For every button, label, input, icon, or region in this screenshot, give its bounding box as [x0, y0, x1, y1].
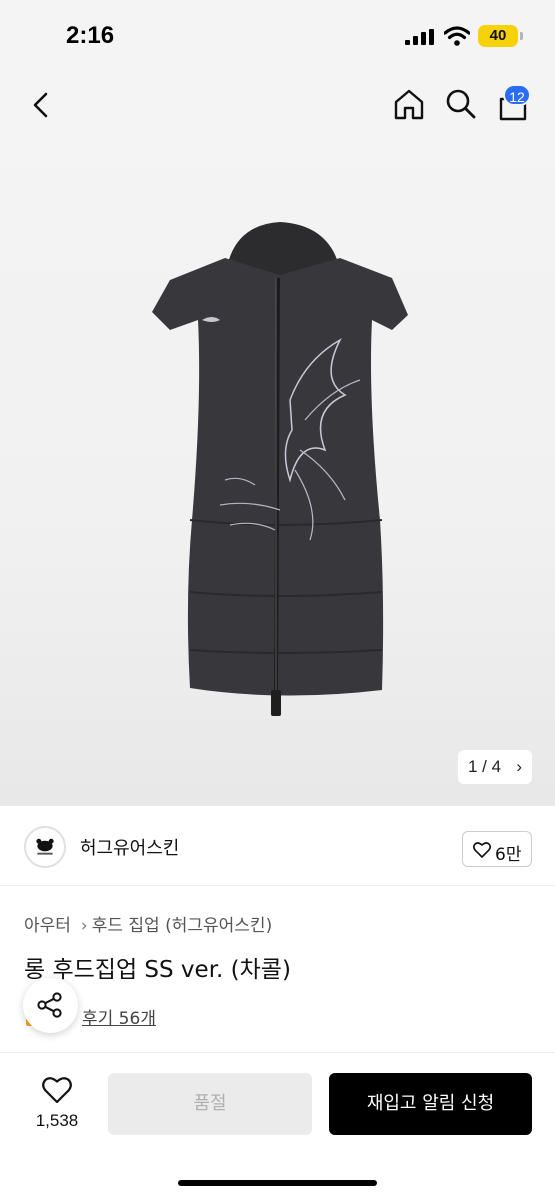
battery-cap [520, 32, 523, 40]
breadcrumb-item-category[interactable]: 아우터 [24, 916, 71, 936]
search-icon[interactable] [445, 88, 477, 120]
heart-icon [473, 842, 491, 858]
product-title: 롱 후드집업 SS ver. (차콜) [24, 957, 291, 983]
brand-row: 허그유어스킨 6만 [0, 806, 555, 886]
wifi-icon [444, 26, 470, 46]
brand-like-count: 6만 [495, 845, 522, 865]
back-chevron-icon[interactable] [26, 90, 56, 120]
product-image-hoodie [152, 222, 408, 716]
share-button[interactable] [23, 978, 78, 1033]
breadcrumb-item-subcategory[interactable]: 후드 집업 (허그유어스킨) [92, 916, 272, 936]
wishlist-count: 1,538 [35, 1111, 79, 1130]
soldout-button: 품절 [108, 1073, 312, 1135]
home-indicator [178, 1180, 377, 1186]
brand-like-button[interactable]: 6만 [462, 831, 532, 867]
status-bar: 2:16 40 [0, 0, 555, 76]
breadcrumb: 아우터 › 후드 집업 (허그유어스킨) [24, 911, 276, 936]
status-time: 2:16 [66, 22, 115, 49]
bottom-action-bar: 1,538 품절 재입고 알림 신청 [0, 1052, 555, 1200]
cellular-signal-icon [405, 29, 434, 45]
restock-alert-button[interactable]: 재입고 알림 신청 [329, 1073, 532, 1135]
breadcrumb-separator-icon: › [80, 916, 88, 936]
review-link[interactable]: 후기 56개 [82, 1004, 156, 1029]
image-counter[interactable]: 1 / 4 › [458, 750, 532, 784]
wishlist-button[interactable]: 1,538 [24, 1075, 90, 1139]
heart-icon [42, 1077, 72, 1104]
battery-indicator: 40 [478, 25, 518, 47]
brand-logo[interactable] [24, 826, 66, 868]
image-counter-text: 1 / 4 [468, 757, 502, 776]
brand-name[interactable]: 허그유어스킨 [80, 834, 179, 860]
cart-count-badge: 12 [503, 84, 531, 106]
chevron-right-icon: › [516, 757, 522, 776]
home-icon[interactable] [392, 87, 426, 121]
share-icon [37, 992, 62, 1018]
